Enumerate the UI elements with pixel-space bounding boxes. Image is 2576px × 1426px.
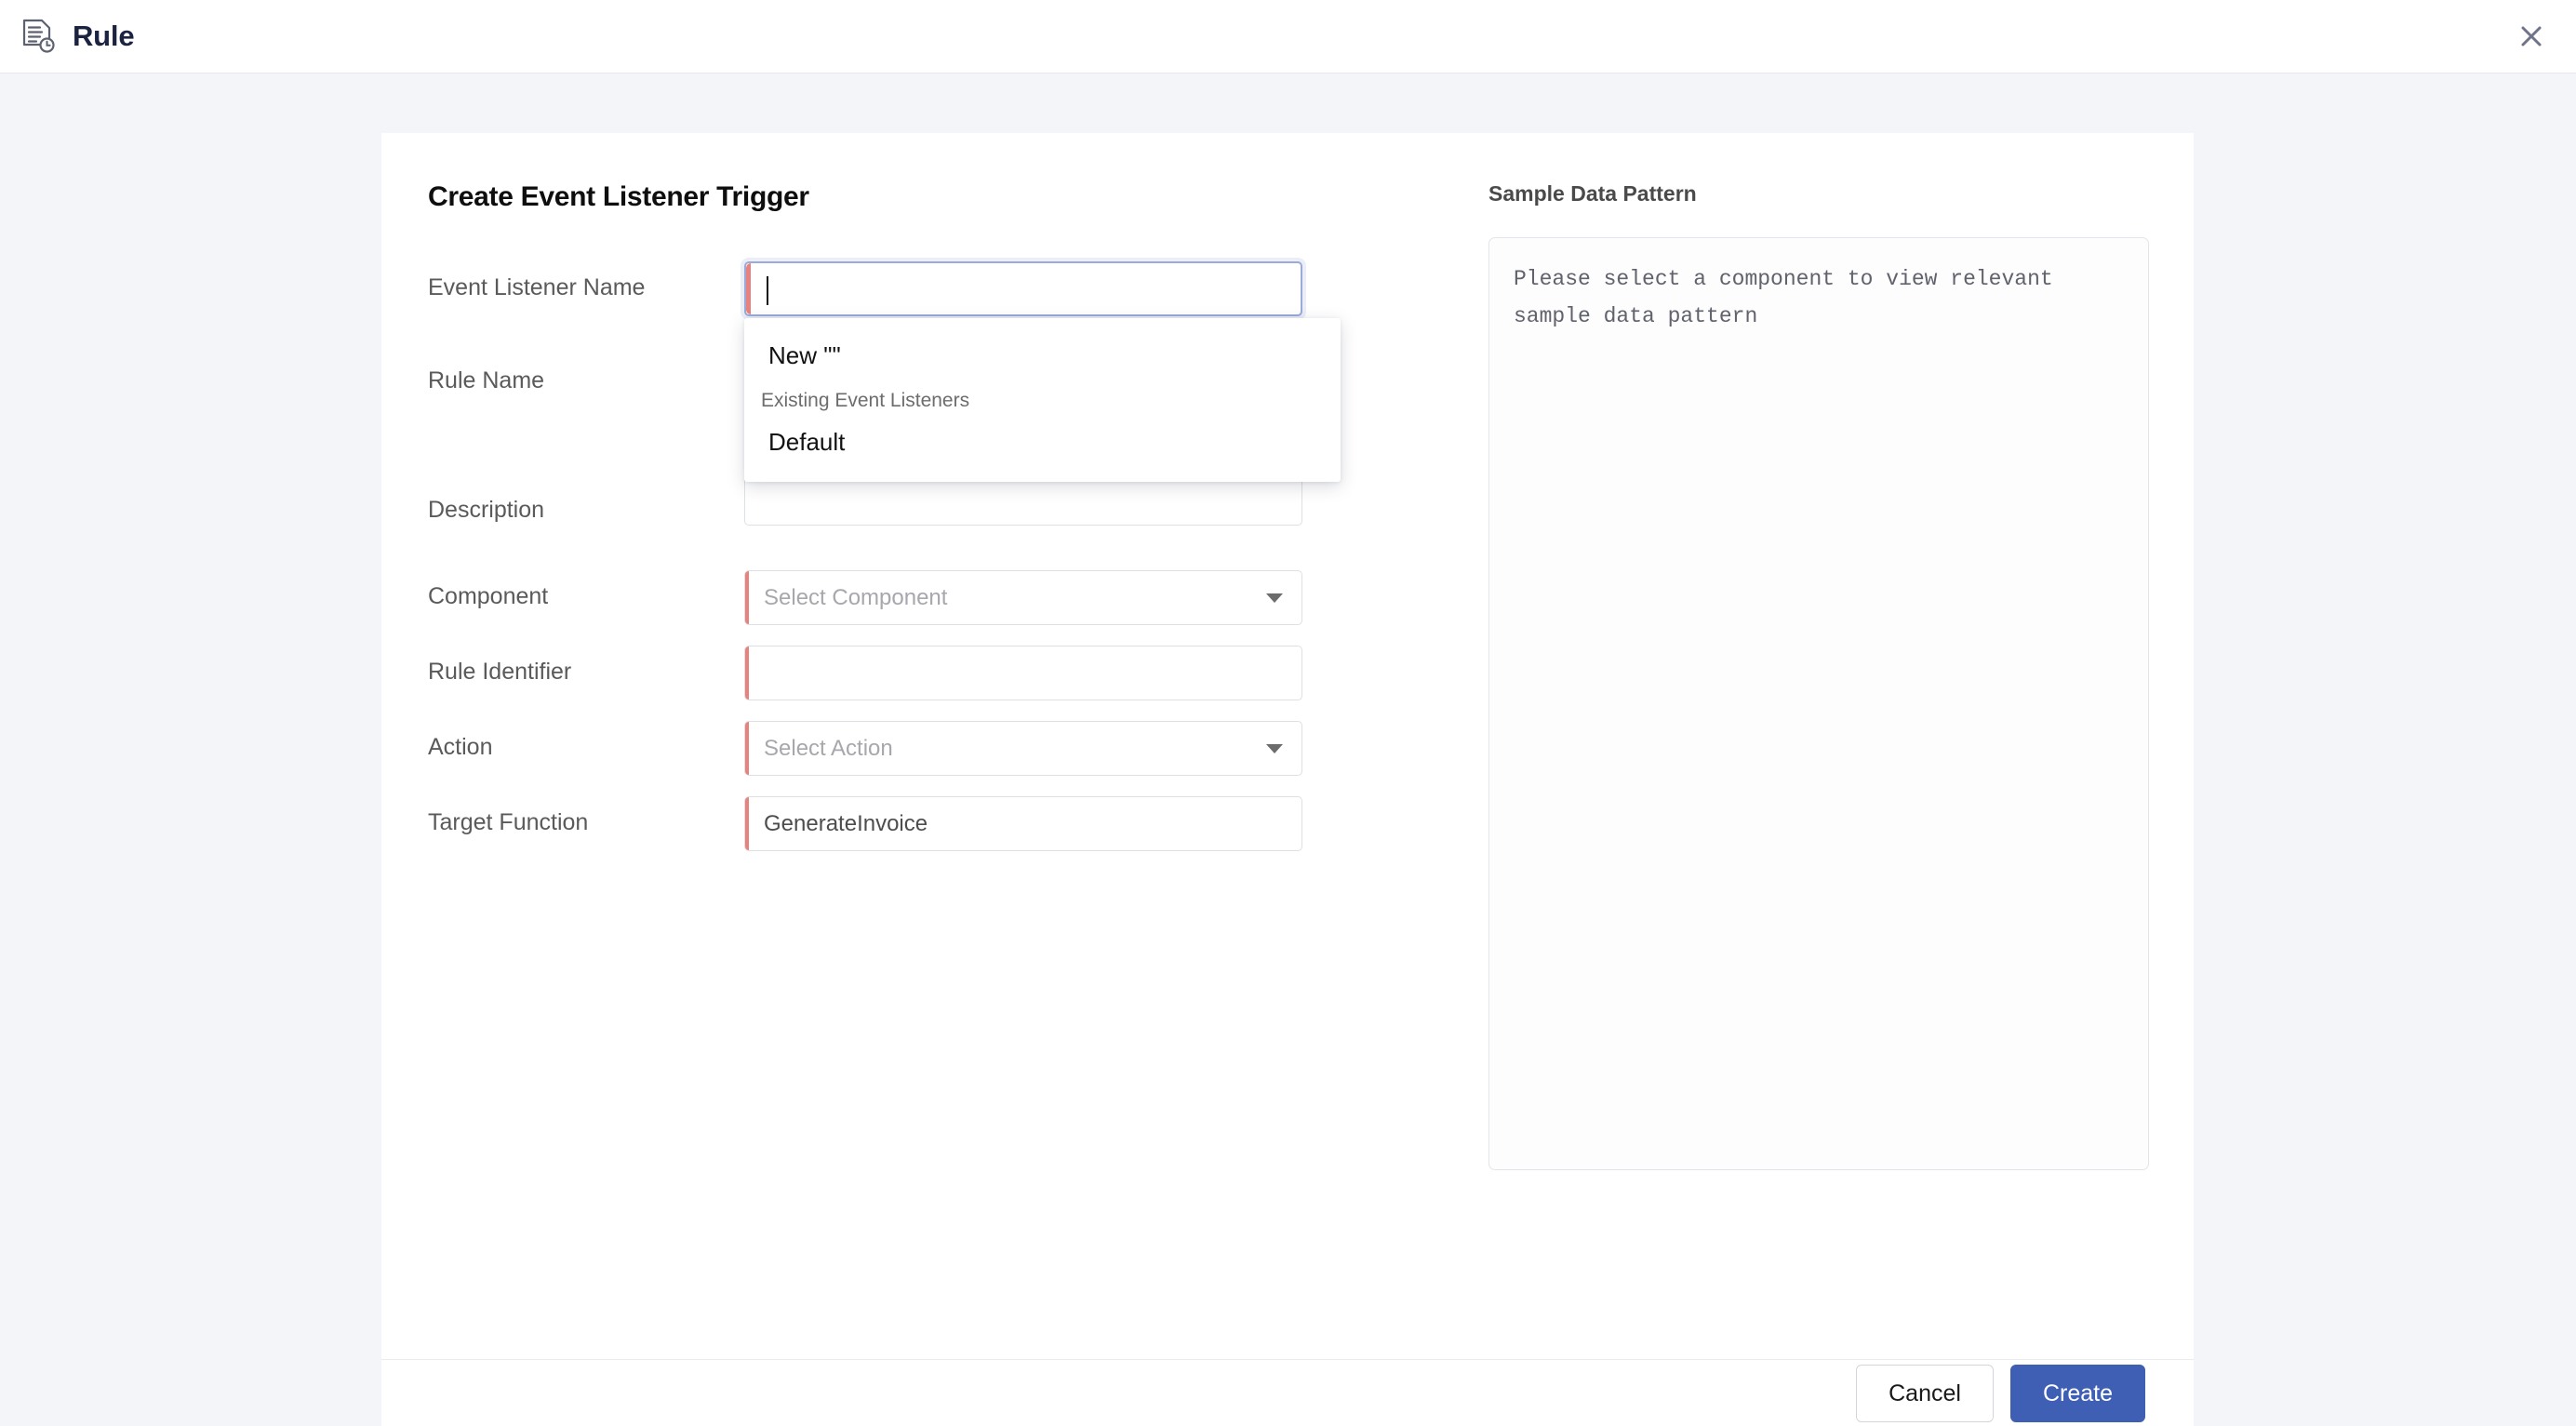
dialog-footer: Cancel Create (381, 1359, 2194, 1426)
field-label-rule-identifier: Rule Identifier (428, 646, 744, 686)
field-label-description: Description (428, 444, 744, 524)
sample-data-label: Sample Data Pattern (1488, 181, 1697, 207)
field-label-action: Action (428, 721, 744, 761)
control-target-function: GenerateInvoice (744, 796, 1302, 851)
create-trigger-dialog: Create Event Listener Trigger Event List… (381, 133, 2194, 1426)
component-select-value: Select Component (764, 585, 947, 610)
close-icon[interactable] (2513, 18, 2550, 55)
action-select-value: Select Action (764, 736, 893, 761)
control-rule-identifier (744, 646, 1302, 700)
create-button[interactable]: Create (2010, 1365, 2145, 1422)
sample-data-text: Please select a component to view releva… (1514, 261, 2124, 335)
dropdown-item-new[interactable]: New "" (744, 331, 1341, 380)
field-label-component: Component (428, 570, 744, 610)
sample-data-panel: Please select a component to view releva… (1488, 237, 2149, 1170)
dropdown-item-default[interactable]: Default (744, 418, 1341, 467)
chevron-down-icon (1266, 593, 1283, 603)
event-listener-dropdown: New "" Existing Event Listeners Default (744, 318, 1341, 482)
page-background: Create Event Listener Trigger Event List… (0, 73, 2576, 1426)
dialog-body: Create Event Listener Trigger Event List… (381, 133, 2194, 1359)
text-caret (767, 276, 768, 305)
component-select[interactable]: Select Component (744, 570, 1302, 625)
chevron-down-icon (1266, 744, 1283, 753)
action-select[interactable]: Select Action (744, 721, 1302, 776)
page-title: Rule (73, 20, 134, 53)
field-event-listener-name: Event Listener Name New "" Existing Even… (428, 261, 1368, 316)
app-header: Rule (0, 0, 2576, 73)
cancel-button[interactable]: Cancel (1856, 1365, 1994, 1422)
control-component: Select Component (744, 570, 1302, 625)
field-label-target-function: Target Function (428, 796, 744, 836)
dialog-title: Create Event Listener Trigger (428, 181, 809, 213)
field-label-event-listener-name: Event Listener Name (428, 261, 744, 301)
field-rule-identifier: Rule Identifier (428, 646, 1368, 700)
control-event-listener-name: New "" Existing Event Listeners Default (744, 261, 1302, 316)
dropdown-group-label: Existing Event Listeners (744, 380, 1341, 418)
rule-identifier-input[interactable] (744, 646, 1302, 700)
field-action: Action Select Action (428, 721, 1368, 776)
field-label-rule-name: Rule Name (428, 354, 744, 394)
control-action: Select Action (744, 721, 1302, 776)
target-function-input[interactable]: GenerateInvoice (744, 796, 1302, 851)
field-target-function: Target Function GenerateInvoice (428, 796, 1368, 851)
target-function-value: GenerateInvoice (764, 811, 928, 836)
event-listener-name-input[interactable] (744, 261, 1302, 316)
field-component: Component Select Component (428, 570, 1368, 625)
document-clock-icon (17, 15, 60, 58)
